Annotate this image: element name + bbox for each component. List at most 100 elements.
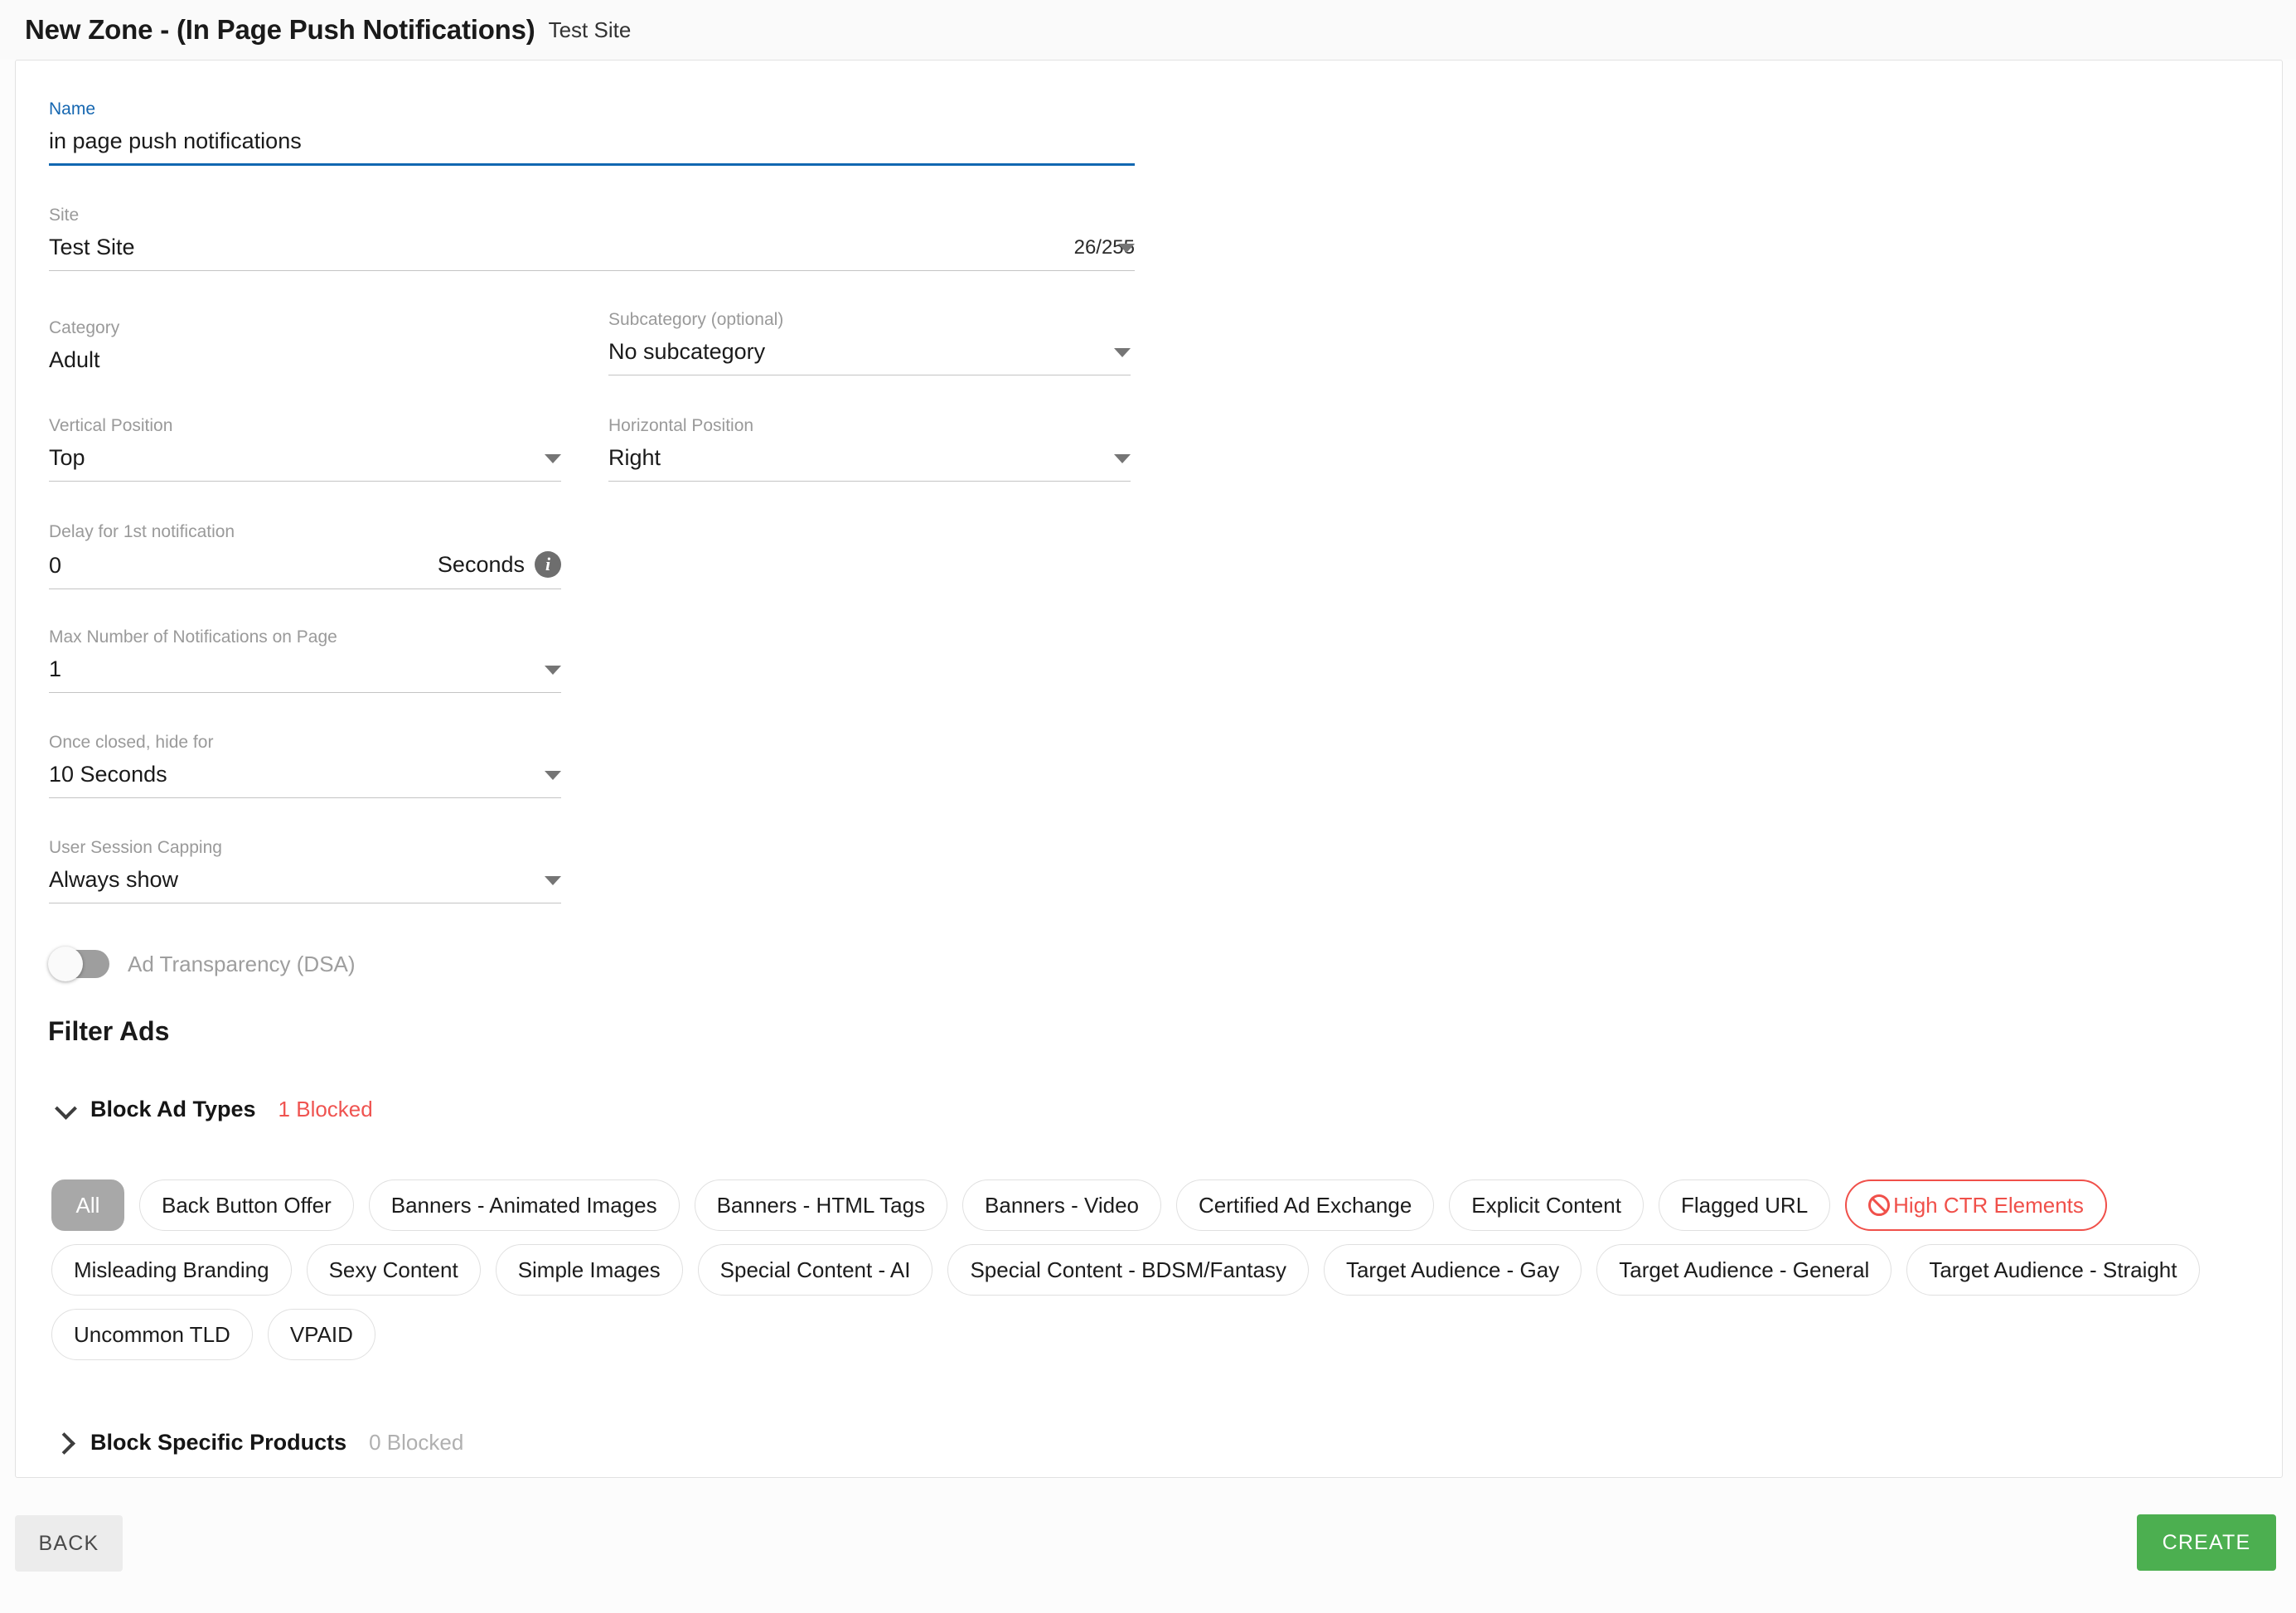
ad-type-chip[interactable]: Sexy Content bbox=[307, 1244, 481, 1296]
session-capping-label: User Session Capping bbox=[49, 839, 561, 856]
ad-type-chip-label: Banners - Video bbox=[985, 1193, 1139, 1218]
ad-type-chip-label: Special Content - AI bbox=[720, 1257, 911, 1283]
max-notifications-underline bbox=[49, 692, 561, 693]
session-capping-value: Always show bbox=[49, 867, 178, 893]
ad-type-chip-label: Back Button Offer bbox=[162, 1193, 332, 1218]
ad-type-chip[interactable]: Misleading Branding bbox=[51, 1244, 292, 1296]
block-ad-types-accordion[interactable]: Block Ad Types 1 Blocked bbox=[55, 1097, 373, 1122]
page-header: New Zone - (In Page Push Notifications) … bbox=[0, 0, 2296, 60]
horizontal-position-underline bbox=[608, 481, 1131, 482]
ad-type-chip[interactable]: Target Audience - Gay bbox=[1324, 1244, 1582, 1296]
ad-type-chip-label: Target Audience - General bbox=[1619, 1257, 1869, 1283]
ad-transparency-label: Ad Transparency (DSA) bbox=[128, 952, 356, 977]
chevron-down-icon[interactable] bbox=[545, 454, 561, 463]
chevron-down-icon[interactable] bbox=[545, 666, 561, 675]
page-title: New Zone - (In Page Push Notifications) bbox=[25, 14, 535, 46]
vertical-position-underline bbox=[49, 481, 561, 482]
chevron-down-icon[interactable] bbox=[1114, 454, 1131, 463]
block-specific-products-title: Block Specific Products bbox=[90, 1430, 346, 1456]
ad-type-chip[interactable]: Special Content - AI bbox=[698, 1244, 933, 1296]
site-value: Test Site bbox=[49, 235, 135, 260]
delay-label: Delay for 1st notification bbox=[49, 523, 561, 540]
chevron-right-icon[interactable] bbox=[55, 1432, 76, 1454]
subcategory-label: Subcategory (optional) bbox=[608, 311, 1131, 328]
ad-type-chip-label: Sexy Content bbox=[329, 1257, 458, 1283]
horizontal-position-field[interactable]: Horizontal Position Right bbox=[608, 417, 1131, 482]
ad-type-chip-label: Banners - HTML Tags bbox=[717, 1193, 925, 1218]
name-input[interactable]: in page push notifications bbox=[49, 128, 1135, 154]
ad-type-chip[interactable]: Banners - Animated Images bbox=[369, 1179, 680, 1231]
ad-type-chip[interactable]: Simple Images bbox=[496, 1244, 683, 1296]
ad-type-chip[interactable]: Target Audience - Straight bbox=[1906, 1244, 2199, 1296]
footer-bar: BACK CREATE bbox=[0, 1478, 2296, 1613]
delay-unit-label: Seconds bbox=[438, 552, 525, 578]
chevron-down-icon[interactable] bbox=[1118, 244, 1135, 253]
ad-type-chip-label: Simple Images bbox=[518, 1257, 661, 1283]
ad-type-chip[interactable]: Special Content - BDSM/Fantasy bbox=[947, 1244, 1309, 1296]
back-button[interactable]: BACK bbox=[15, 1515, 123, 1572]
hide-for-value: 10 Seconds bbox=[49, 762, 167, 787]
subcategory-value: No subcategory bbox=[608, 339, 765, 365]
name-field[interactable]: Name in page push notifications bbox=[49, 100, 1135, 166]
chevron-down-icon[interactable] bbox=[545, 771, 561, 780]
ad-type-chip-label: Explicit Content bbox=[1471, 1193, 1621, 1218]
category-value: Adult bbox=[49, 347, 571, 373]
vertical-position-field[interactable]: Vertical Position Top bbox=[49, 417, 561, 482]
toggle-knob bbox=[48, 947, 83, 981]
max-notifications-value: 1 bbox=[49, 656, 61, 682]
info-icon[interactable]: i bbox=[535, 551, 561, 578]
category-label: Category bbox=[49, 319, 571, 337]
filter-ads-title: Filter Ads bbox=[48, 1016, 169, 1047]
hide-for-field[interactable]: Once closed, hide for 10 Seconds bbox=[49, 734, 561, 798]
ad-type-chip[interactable]: Uncommon TLD bbox=[51, 1309, 253, 1360]
ad-type-chip[interactable]: VPAID bbox=[268, 1309, 375, 1360]
delay-field[interactable]: Delay for 1st notification 0 Seconds i bbox=[49, 523, 561, 589]
ad-type-chip-label: Target Audience - Straight bbox=[1929, 1257, 2177, 1283]
ad-type-chip-label: VPAID bbox=[290, 1322, 353, 1348]
horizontal-position-label: Horizontal Position bbox=[608, 417, 1131, 434]
max-notifications-label: Max Number of Notifications on Page bbox=[49, 628, 561, 646]
ad-type-chip[interactable]: All bbox=[51, 1179, 124, 1231]
name-underline bbox=[49, 163, 1135, 166]
vertical-position-label: Vertical Position bbox=[49, 417, 561, 434]
session-capping-field[interactable]: User Session Capping Always show bbox=[49, 839, 561, 903]
name-label: Name bbox=[49, 100, 1135, 118]
subcategory-field[interactable]: Subcategory (optional) No subcategory bbox=[608, 311, 1131, 375]
blocked-icon bbox=[1868, 1194, 1890, 1216]
horizontal-position-value: Right bbox=[608, 445, 661, 471]
zone-editor-page: New Zone - (In Page Push Notifications) … bbox=[0, 0, 2296, 1613]
block-specific-products-accordion[interactable]: Block Specific Products 0 Blocked bbox=[55, 1430, 463, 1456]
ad-type-chip[interactable]: Certified Ad Exchange bbox=[1176, 1179, 1434, 1231]
ad-type-chip[interactable]: Back Button Offer bbox=[139, 1179, 354, 1231]
site-underline bbox=[49, 270, 1135, 271]
ad-type-chip[interactable]: Banners - HTML Tags bbox=[695, 1179, 947, 1231]
create-button[interactable]: CREATE bbox=[2137, 1514, 2276, 1571]
ad-type-chip[interactable]: High CTR Elements bbox=[1845, 1179, 2107, 1231]
ad-type-chip[interactable]: Flagged URL bbox=[1659, 1179, 1830, 1231]
block-specific-products-count: 0 Blocked bbox=[369, 1430, 463, 1456]
ad-type-chip-label: High CTR Elements bbox=[1893, 1193, 2084, 1218]
site-label: Site bbox=[49, 206, 1135, 224]
max-notifications-field[interactable]: Max Number of Notifications on Page 1 bbox=[49, 628, 561, 693]
ad-type-chip-label: All bbox=[76, 1193, 100, 1218]
chevron-down-icon[interactable] bbox=[55, 1099, 76, 1121]
ad-type-chip[interactable]: Banners - Video bbox=[962, 1179, 1161, 1231]
chevron-down-icon[interactable] bbox=[1114, 348, 1131, 357]
ad-type-chip-label: Target Audience - Gay bbox=[1346, 1257, 1559, 1283]
delay-input[interactable]: 0 bbox=[49, 553, 61, 579]
hide-for-label: Once closed, hide for bbox=[49, 734, 561, 751]
block-ad-types-count: 1 Blocked bbox=[279, 1097, 373, 1122]
chevron-down-icon[interactable] bbox=[545, 876, 561, 885]
vertical-position-value: Top bbox=[49, 445, 85, 471]
ad-type-chip-label: Misleading Branding bbox=[74, 1257, 269, 1283]
ad-type-chip-label: Banners - Animated Images bbox=[391, 1193, 657, 1218]
category-field: Category Adult bbox=[49, 319, 571, 373]
block-ad-types-chip-list: All Back Button Offer Banners - Animated I… bbox=[51, 1179, 2240, 1360]
site-field[interactable]: Site Test Site bbox=[49, 206, 1135, 271]
ad-type-chip-label: Special Content - BDSM/Fantasy bbox=[970, 1257, 1286, 1283]
ad-type-chip-label: Uncommon TLD bbox=[74, 1322, 230, 1348]
ad-transparency-toggle-row[interactable]: Ad Transparency (DSA) bbox=[50, 950, 356, 978]
ad-type-chip[interactable]: Target Audience - General bbox=[1596, 1244, 1892, 1296]
ad-transparency-toggle[interactable] bbox=[50, 950, 109, 978]
ad-type-chip[interactable]: Explicit Content bbox=[1449, 1179, 1644, 1231]
